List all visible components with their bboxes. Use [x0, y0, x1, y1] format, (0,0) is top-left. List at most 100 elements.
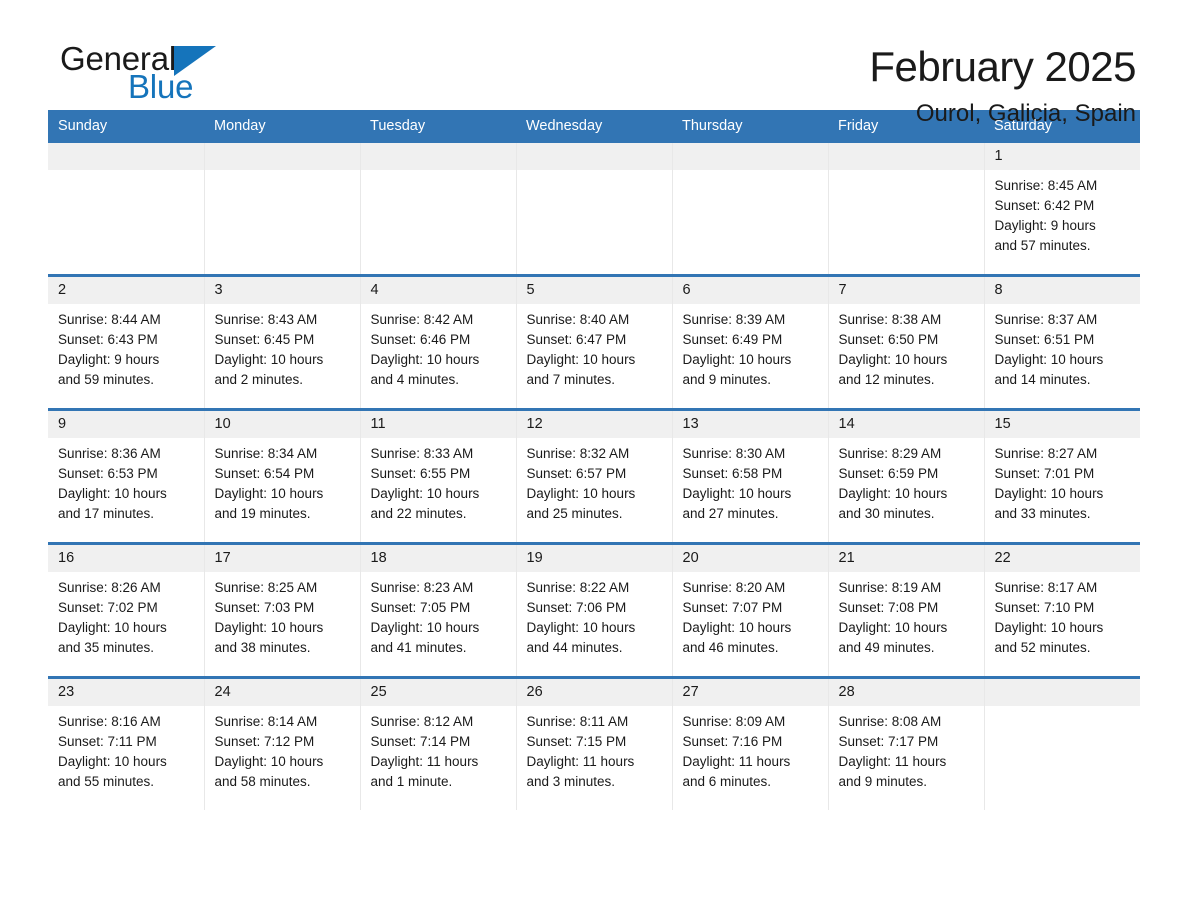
- day-sun-info: [985, 706, 1141, 712]
- daylight-text-line1: Daylight: 10 hours: [214, 352, 324, 367]
- calendar-day-cell[interactable]: 18 Sunrise: 8:23 AM Sunset: 7:05 PM Dayligh…: [360, 542, 517, 678]
- calendar-day-cell[interactable]: 5 Sunrise: 8:40 AM Sunset: 6:47 PM Daylight…: [516, 274, 673, 410]
- calendar-day-cell[interactable]: 26 Sunrise: 8:11 AM Sunset: 7:15 PM Dayligh…: [516, 676, 673, 810]
- calendar-empty-cell: [516, 143, 673, 276]
- sunrise-text: Sunrise: 8:32 AM: [526, 446, 630, 461]
- day-number: 4: [360, 277, 516, 304]
- daylight-text-line2: and 1 minute.: [370, 774, 453, 789]
- day-cell-inner: 3 Sunrise: 8:43 AM Sunset: 6:45 PM Daylight…: [204, 277, 360, 408]
- day-sun-info: [673, 170, 828, 176]
- calendar-day-cell[interactable]: 2 Sunrise: 8:44 AM Sunset: 6:43 PM Daylight…: [48, 274, 205, 410]
- day-number: 22: [984, 545, 1140, 572]
- day-sun-info: Sunrise: 8:16 AM Sunset: 7:11 PM Daylight:…: [48, 706, 204, 792]
- calendar-empty-cell: [828, 143, 985, 276]
- day-number: 20: [672, 545, 828, 572]
- sunrise-text: Sunrise: 8:39 AM: [682, 312, 786, 327]
- sunrise-text: Sunrise: 8:19 AM: [838, 580, 942, 595]
- sunset-text: Sunset: 7:01 PM: [994, 466, 1095, 481]
- calendar-empty-cell: [672, 143, 829, 276]
- calendar-day-cell[interactable]: 23 Sunrise: 8:16 AM Sunset: 7:11 PM Dayligh…: [48, 676, 205, 810]
- calendar-day-cell[interactable]: 22 Sunrise: 8:17 AM Sunset: 7:10 PM Dayligh…: [984, 542, 1141, 678]
- day-cell-inner: 5 Sunrise: 8:40 AM Sunset: 6:47 PM Daylight…: [516, 277, 672, 408]
- calendar-day-cell[interactable]: 4 Sunrise: 8:42 AM Sunset: 6:46 PM Daylight…: [360, 274, 517, 410]
- day-sun-info: Sunrise: 8:29 AM Sunset: 6:59 PM Daylight:…: [829, 438, 984, 524]
- calendar-day-cell[interactable]: 20 Sunrise: 8:20 AM Sunset: 7:07 PM Dayligh…: [672, 542, 829, 678]
- calendar-day-cell[interactable]: 1 Sunrise: 8:45 AM Sunset: 6:42 PM Daylight…: [984, 143, 1140, 276]
- day-cell-inner: 7 Sunrise: 8:38 AM Sunset: 6:50 PM Daylight…: [828, 277, 984, 408]
- day-cell-inner: 14 Sunrise: 8:29 AM Sunset: 6:59 PM Dayligh…: [828, 411, 984, 542]
- calendar-day-cell[interactable]: 25 Sunrise: 8:12 AM Sunset: 7:14 PM Dayligh…: [360, 676, 517, 810]
- day-sun-info: Sunrise: 8:23 AM Sunset: 7:05 PM Daylight:…: [361, 572, 516, 658]
- calendar-grid: Sunday Monday Tuesday Wednesday Thursday…: [48, 110, 1140, 810]
- calendar-week-row: 2 Sunrise: 8:44 AM Sunset: 6:43 PM Daylight…: [48, 274, 1140, 410]
- day-number: [672, 143, 828, 170]
- day-number: [48, 143, 204, 170]
- sunrise-text: Sunrise: 8:26 AM: [58, 580, 161, 595]
- sunset-text: Sunset: 6:45 PM: [214, 332, 315, 347]
- day-number: 14: [828, 411, 984, 438]
- calendar-day-cell[interactable]: 3 Sunrise: 8:43 AM Sunset: 6:45 PM Daylight…: [204, 274, 361, 410]
- daylight-text-line2: and 46 minutes.: [682, 640, 779, 655]
- day-number: 17: [204, 545, 360, 572]
- daylight-text-line2: and 9 minutes.: [838, 774, 928, 789]
- day-cell-inner: 10 Sunrise: 8:34 AM Sunset: 6:54 PM Dayligh…: [204, 411, 360, 542]
- day-sun-info: Sunrise: 8:19 AM Sunset: 7:08 PM Daylight:…: [829, 572, 984, 658]
- calendar-day-cell[interactable]: 27 Sunrise: 8:09 AM Sunset: 7:16 PM Dayligh…: [672, 676, 829, 810]
- day-cell-inner: 24 Sunrise: 8:14 AM Sunset: 7:12 PM Dayligh…: [204, 679, 360, 810]
- sunset-text: Sunset: 7:11 PM: [58, 734, 157, 749]
- calendar-day-cell[interactable]: 16 Sunrise: 8:26 AM Sunset: 7:02 PM Dayligh…: [48, 542, 205, 678]
- day-cell-inner: [204, 143, 360, 274]
- daylight-text-line1: Daylight: 10 hours: [994, 352, 1104, 367]
- calendar-day-cell[interactable]: 8 Sunrise: 8:37 AM Sunset: 6:51 PM Daylight…: [984, 274, 1140, 410]
- day-number: 16: [48, 545, 204, 572]
- sunset-text: Sunset: 7:07 PM: [682, 600, 783, 615]
- sunset-text: Sunset: 7:02 PM: [58, 600, 158, 615]
- sunrise-text: Sunrise: 8:20 AM: [682, 580, 786, 595]
- sunset-text: Sunset: 7:03 PM: [214, 600, 315, 615]
- sunrise-text: Sunrise: 8:27 AM: [994, 446, 1098, 461]
- sunrise-text: Sunrise: 8:11 AM: [526, 714, 629, 729]
- day-number: 9: [48, 411, 204, 438]
- dow-header-wednesday: Wednesday: [516, 110, 672, 143]
- daylight-text-line1: Daylight: 10 hours: [682, 620, 792, 635]
- calendar-empty-cell: [984, 676, 1141, 810]
- day-cell-inner: [360, 143, 516, 274]
- calendar-day-cell[interactable]: 7 Sunrise: 8:38 AM Sunset: 6:50 PM Daylight…: [828, 274, 985, 410]
- calendar-day-cell[interactable]: 21 Sunrise: 8:19 AM Sunset: 7:08 PM Dayligh…: [828, 542, 985, 678]
- day-cell-inner: 4 Sunrise: 8:42 AM Sunset: 6:46 PM Daylight…: [360, 277, 516, 408]
- calendar-day-cell[interactable]: 14 Sunrise: 8:29 AM Sunset: 6:59 PM Dayligh…: [828, 408, 985, 544]
- sunset-text: Sunset: 6:49 PM: [682, 332, 783, 347]
- generalblue-logo[interactable]: General Blue: [48, 42, 248, 122]
- day-sun-info: Sunrise: 8:32 AM Sunset: 6:57 PM Daylight:…: [517, 438, 672, 524]
- day-number: 2: [48, 277, 204, 304]
- calendar-day-cell[interactable]: 28 Sunrise: 8:08 AM Sunset: 7:17 PM Dayligh…: [828, 676, 985, 810]
- sunset-text: Sunset: 6:43 PM: [58, 332, 158, 347]
- daylight-text-line2: and 4 minutes.: [370, 372, 460, 387]
- daylight-text-line2: and 59 minutes.: [58, 372, 155, 387]
- calendar-day-cell[interactable]: 9 Sunrise: 8:36 AM Sunset: 6:53 PM Daylight…: [48, 408, 205, 544]
- calendar-day-cell[interactable]: 13 Sunrise: 8:30 AM Sunset: 6:58 PM Dayligh…: [672, 408, 829, 544]
- calendar-day-cell[interactable]: 10 Sunrise: 8:34 AM Sunset: 6:54 PM Dayligh…: [204, 408, 361, 544]
- calendar-day-cell[interactable]: 12 Sunrise: 8:32 AM Sunset: 6:57 PM Dayligh…: [516, 408, 673, 544]
- sunrise-text: Sunrise: 8:37 AM: [994, 312, 1098, 327]
- calendar-day-cell[interactable]: 15 Sunrise: 8:27 AM Sunset: 7:01 PM Dayligh…: [984, 408, 1140, 544]
- day-sun-info: Sunrise: 8:17 AM Sunset: 7:10 PM Daylight:…: [985, 572, 1141, 658]
- calendar-day-cell[interactable]: 19 Sunrise: 8:22 AM Sunset: 7:06 PM Dayligh…: [516, 542, 673, 678]
- calendar-day-cell[interactable]: 6 Sunrise: 8:39 AM Sunset: 6:49 PM Daylight…: [672, 274, 829, 410]
- day-cell-inner: 15 Sunrise: 8:27 AM Sunset: 7:01 PM Dayligh…: [984, 411, 1140, 542]
- daylight-text-line2: and 9 minutes.: [682, 372, 772, 387]
- sunset-text: Sunset: 6:58 PM: [682, 466, 783, 481]
- sunset-text: Sunset: 7:06 PM: [526, 600, 627, 615]
- calendar-day-cell[interactable]: 17 Sunrise: 8:25 AM Sunset: 7:03 PM Dayligh…: [204, 542, 361, 678]
- daylight-text-line2: and 57 minutes.: [994, 238, 1091, 253]
- day-sun-info: Sunrise: 8:40 AM Sunset: 6:47 PM Daylight:…: [517, 304, 672, 390]
- day-cell-inner: 18 Sunrise: 8:23 AM Sunset: 7:05 PM Dayligh…: [360, 545, 516, 676]
- calendar-day-cell[interactable]: 11 Sunrise: 8:33 AM Sunset: 6:55 PM Dayligh…: [360, 408, 517, 544]
- daylight-text-line2: and 22 minutes.: [370, 506, 467, 521]
- daylight-text-line1: Daylight: 9 hours: [994, 218, 1096, 233]
- calendar-week-row: 16 Sunrise: 8:26 AM Sunset: 7:02 PM Dayligh…: [48, 542, 1141, 678]
- calendar-day-cell[interactable]: 24 Sunrise: 8:14 AM Sunset: 7:12 PM Dayligh…: [204, 676, 361, 810]
- day-sun-info: Sunrise: 8:11 AM Sunset: 7:15 PM Daylight:…: [517, 706, 672, 792]
- day-cell-inner: [516, 143, 672, 274]
- sunset-text: Sunset: 7:10 PM: [994, 600, 1095, 615]
